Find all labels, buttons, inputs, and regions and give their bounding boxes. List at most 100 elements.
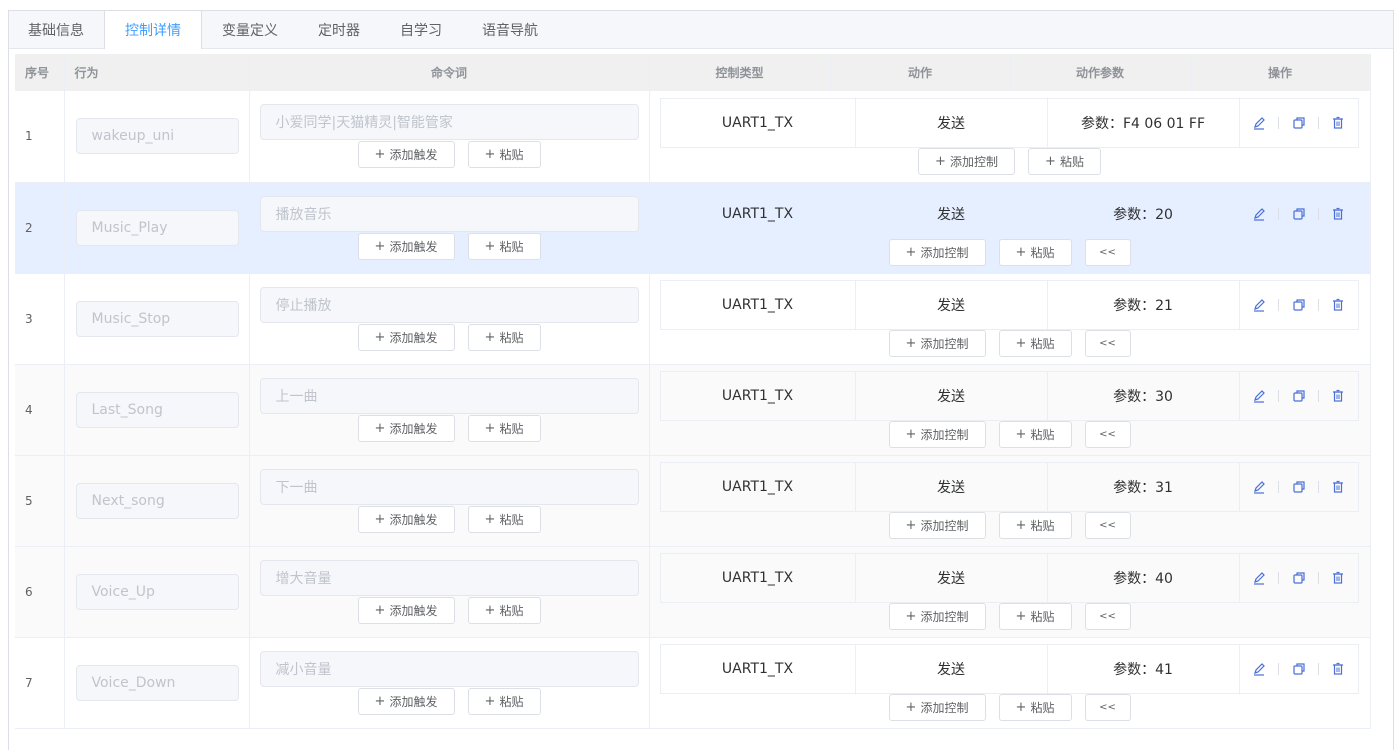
behavior-input[interactable]: Music_Stop [75, 300, 239, 337]
delete-button[interactable] [1319, 480, 1358, 494]
behavior-cell: Last_Song [64, 364, 250, 456]
paste-control-button[interactable]: + 粘贴 [1028, 147, 1101, 175]
paste-trigger-button[interactable]: + 粘贴 [467, 505, 541, 533]
command-input[interactable]: 上一曲 [259, 377, 639, 414]
command-input[interactable]: 停止播放 [259, 286, 639, 323]
paste-control-button[interactable]: + 粘贴 [998, 421, 1072, 448]
command-cell: 增大音量 + 添加触发 + 粘贴 [249, 546, 650, 638]
behavior-input[interactable]: Next_song [75, 482, 239, 519]
paste-control-button[interactable]: + 粘贴 [998, 330, 1072, 357]
edit-button[interactable] [1240, 207, 1279, 221]
command-input[interactable]: 增大音量 [259, 559, 639, 596]
add-control-button[interactable]: + 添加控制 [888, 330, 986, 357]
tab-timer[interactable]: 定时器 [298, 11, 380, 48]
command-input[interactable]: 下一曲 [259, 468, 639, 505]
behavior-input[interactable]: Music_Play [75, 209, 239, 246]
delete-button[interactable] [1319, 116, 1358, 130]
add-trigger-button[interactable]: + 添加触发 [357, 141, 455, 169]
paste-control-button[interactable]: + 粘贴 [998, 239, 1072, 266]
control-cell: UART1_TX 发送 参数：31 + 添加控制 + 粘贴 << [649, 455, 1371, 547]
edit-button[interactable] [1240, 298, 1279, 312]
collapse-button[interactable]: << [1084, 694, 1131, 721]
paste-trigger-button[interactable]: + 粘贴 [467, 596, 541, 624]
paste-trigger-button[interactable]: + 粘贴 [467, 232, 541, 260]
paste-trigger-button[interactable]: + 粘贴 [467, 323, 541, 351]
behavior-cell: Music_Stop [64, 273, 250, 365]
tab-voice-navigation[interactable]: 语音导航 [462, 11, 558, 48]
delete-button[interactable] [1319, 207, 1358, 221]
behavior-input[interactable]: wakeup_uni [75, 118, 239, 155]
add-trigger-button[interactable]: + 添加触发 [357, 414, 455, 442]
copy-button[interactable] [1279, 389, 1318, 403]
tab-variable-definition[interactable]: 变量定义 [202, 11, 298, 48]
add-trigger-button[interactable]: + 添加触发 [357, 687, 455, 715]
command-buttons: + 添加触发 + 粘贴 [260, 141, 639, 169]
edit-button[interactable] [1240, 571, 1279, 585]
command-cell: 停止播放 + 添加触发 + 粘贴 [249, 273, 650, 365]
edit-button[interactable] [1240, 662, 1279, 676]
add-trigger-button[interactable]: + 添加触发 [357, 323, 455, 351]
command-buttons: + 添加触发 + 粘贴 [260, 687, 639, 715]
add-trigger-button[interactable]: + 添加触发 [357, 505, 455, 533]
copy-button[interactable] [1279, 298, 1318, 312]
add-control-button[interactable]: + 添加控制 [888, 512, 986, 539]
collapse-button[interactable]: << [1084, 421, 1131, 448]
edit-button[interactable] [1240, 480, 1279, 494]
paste-trigger-button[interactable]: + 粘贴 [467, 141, 541, 169]
add-control-button[interactable]: + 添加控制 [888, 694, 986, 721]
col-header-action: 动作 [830, 54, 1011, 91]
command-input[interactable]: 播放音乐 [259, 195, 639, 232]
paste-control-button[interactable]: + 粘贴 [998, 694, 1072, 721]
paste-trigger-button[interactable]: + 粘贴 [467, 687, 541, 715]
control-buttons: + 添加控制 + 粘贴 << [660, 603, 1360, 630]
copy-button[interactable] [1279, 207, 1318, 221]
delete-button[interactable] [1319, 571, 1358, 585]
row-number: 6 [15, 546, 65, 638]
add-trigger-button[interactable]: + 添加触发 [357, 232, 455, 260]
copy-button[interactable] [1279, 116, 1318, 130]
edit-icon [1253, 390, 1265, 403]
tab-basic-info[interactable]: 基础信息 [9, 11, 104, 48]
copy-button[interactable] [1279, 662, 1318, 676]
behavior-input[interactable]: Voice_Down [75, 664, 239, 701]
tab-self-learning[interactable]: 自学习 [380, 11, 462, 48]
tab-control-details[interactable]: 控制详情 [104, 11, 202, 49]
plus-icon: + [905, 700, 917, 715]
collapse-button[interactable]: << [1084, 330, 1131, 357]
edit-button[interactable] [1240, 116, 1279, 130]
plus-icon: + [905, 336, 917, 351]
collapse-button[interactable]: << [1084, 239, 1131, 266]
behavior-input[interactable]: Voice_Up [75, 573, 239, 610]
behavior-input[interactable]: Last_Song [75, 391, 239, 428]
action-value: 发送 [856, 554, 1048, 602]
copy-button[interactable] [1279, 480, 1318, 494]
command-input[interactable]: 小爱同学|天猫精灵|智能管家 [259, 104, 639, 141]
delete-button[interactable] [1319, 389, 1358, 403]
collapse-button[interactable]: << [1084, 512, 1131, 539]
table-row: 6 Voice_Up 增大音量 + 添加触发 + 粘贴 UART1_TX 发送 参数… [15, 546, 1371, 638]
add-control-button[interactable]: + 添加控制 [888, 603, 986, 630]
collapse-button[interactable]: << [1084, 603, 1131, 630]
copy-button[interactable] [1279, 571, 1318, 585]
row-number: 1 [15, 91, 65, 183]
table-row: 2 Music_Play 播放音乐 + 添加触发 + 粘贴 UART1_TX 发送 … [15, 182, 1371, 274]
add-control-button[interactable]: + 添加控制 [888, 239, 986, 266]
add-trigger-button[interactable]: + 添加触发 [357, 596, 455, 624]
plus-icon: + [1015, 609, 1027, 624]
control-ops [1240, 281, 1358, 329]
table-row: 3 Music_Stop 停止播放 + 添加触发 + 粘贴 UART1_TX 发送 … [15, 273, 1371, 365]
plus-icon: + [374, 602, 386, 618]
delete-button[interactable] [1319, 298, 1358, 312]
add-control-button[interactable]: + 添加控制 [918, 147, 1015, 175]
command-input[interactable]: 减小音量 [259, 650, 639, 687]
add-control-button[interactable]: + 添加控制 [888, 421, 986, 448]
plus-icon: + [484, 511, 496, 527]
paste-trigger-button[interactable]: + 粘贴 [467, 414, 541, 442]
control-type-value: UART1_TX [661, 463, 856, 511]
action-param-value: 参数：20 [1113, 207, 1173, 223]
paste-control-button[interactable]: + 粘贴 [998, 512, 1072, 539]
edit-button[interactable] [1240, 389, 1279, 403]
edit-icon [1253, 208, 1265, 221]
paste-control-button[interactable]: + 粘贴 [998, 603, 1072, 630]
delete-button[interactable] [1319, 662, 1358, 676]
